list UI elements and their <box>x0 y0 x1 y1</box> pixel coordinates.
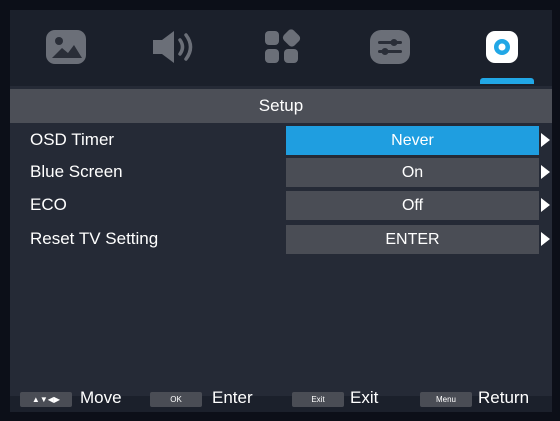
exit-hint-label: Exit <box>350 388 379 407</box>
menu-row-label: ECO <box>30 195 67 214</box>
tab-setup[interactable] <box>462 16 542 84</box>
menu-row-value-selected[interactable]: Never <box>286 126 539 155</box>
tab-sound[interactable] <box>134 16 214 78</box>
active-tab-indicator <box>480 78 534 84</box>
enter-hint-label: Enter <box>212 388 253 407</box>
menu-row-label: Reset TV Setting <box>30 229 159 248</box>
tv-osd-screen: Setup OSD Timer Never Blue Screen On ECO… <box>10 10 552 412</box>
menu-row-value[interactable]: Off <box>286 191 539 220</box>
tab-picture[interactable] <box>26 16 106 78</box>
channel-grid-icon <box>265 29 301 63</box>
menu-row-value[interactable]: ENTER <box>286 225 539 254</box>
menu-row-blue-screen[interactable]: Blue Screen On <box>10 156 552 188</box>
speaker-icon <box>153 31 193 63</box>
menu-row-eco[interactable]: ECO Off <box>10 189 552 221</box>
arrow-right-icon[interactable] <box>541 232 550 246</box>
move-key-hint: ▲▼◀▶ <box>20 392 72 407</box>
move-hint-label: Move <box>80 388 122 407</box>
menu-tab-bar <box>10 10 552 86</box>
menu-row-osd-timer[interactable]: OSD Timer Never <box>10 124 552 156</box>
menu-title: Setup <box>10 89 552 123</box>
menu-row-label: Blue Screen <box>30 162 123 181</box>
menu-row-value[interactable]: On <box>286 158 539 187</box>
tab-channel[interactable] <box>242 16 322 78</box>
arrow-right-icon[interactable] <box>541 133 550 147</box>
tab-function[interactable] <box>350 16 430 78</box>
ok-key-hint: OK <box>150 392 202 407</box>
menu-row-label: OSD Timer <box>30 130 115 149</box>
return-hint-label: Return <box>478 388 530 407</box>
menu-row-reset-tv-setting[interactable]: Reset TV Setting ENTER <box>10 223 552 255</box>
picture-icon <box>46 30 86 64</box>
arrow-right-icon[interactable] <box>541 198 550 212</box>
exit-key-hint: Exit <box>292 392 344 407</box>
menu-key-hint: Menu <box>420 392 472 407</box>
sliders-icon <box>370 30 410 64</box>
arrow-right-icon[interactable] <box>541 165 550 179</box>
gear-icon <box>486 31 518 63</box>
